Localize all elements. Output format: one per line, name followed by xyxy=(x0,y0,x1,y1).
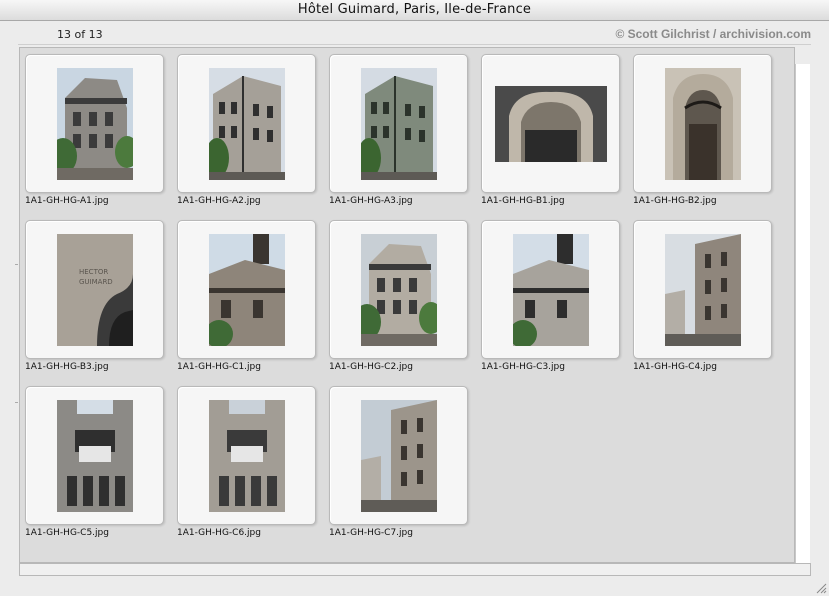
thumbnail-image[interactable] xyxy=(665,234,741,346)
svg-text:HECTOR: HECTOR xyxy=(79,268,108,276)
thumbnail-image[interactable] xyxy=(665,68,741,180)
thumbnail-image[interactable]: HECTOR GUIMARD xyxy=(57,234,133,346)
thumbnail-item[interactable]: 1A1-GH-HG-A1.jpg xyxy=(25,54,165,214)
thumbnail-item[interactable]: 1A1-GH-HG-C6.jpg xyxy=(177,386,317,546)
thumbnail-item[interactable]: 1A1-GH-HG-C3.jpg xyxy=(481,220,621,380)
horizontal-scrollbar[interactable] xyxy=(19,563,811,576)
thumbnail-image[interactable] xyxy=(57,68,133,180)
thumbnail-item[interactable]: 1A1-GH-HG-B1.jpg xyxy=(481,54,621,214)
thumbnail-image[interactable] xyxy=(57,400,133,512)
thumbnail-filename: 1A1-GH-HG-B2.jpg xyxy=(633,196,717,206)
copyright-credit: © Scott Gilchrist / archivision.com xyxy=(615,27,811,41)
thumbnail-filename: 1A1-GH-HG-C3.jpg xyxy=(481,362,565,372)
thumbnail-image[interactable] xyxy=(209,234,285,346)
thumbnail-image[interactable] xyxy=(361,400,437,512)
thumbnail-filename: 1A1-GH-HG-C7.jpg xyxy=(329,528,413,538)
thumbnail-filename: 1A1-GH-HG-A1.jpg xyxy=(25,196,109,206)
thumbnail-image[interactable] xyxy=(209,400,285,512)
edge-marker xyxy=(15,264,18,265)
thumbnail-item[interactable]: HECTOR GUIMARD 1A1-GH-HG-B3.jpg xyxy=(25,220,165,380)
thumbnail-item[interactable]: 1A1-GH-HG-B2.jpg xyxy=(633,54,773,214)
thumbnail-filename: 1A1-GH-HG-B3.jpg xyxy=(25,362,109,372)
vertical-scrollbar[interactable] xyxy=(795,64,810,563)
thumbnail-filename: 1A1-GH-HG-C2.jpg xyxy=(329,362,413,372)
thumbnail-image[interactable] xyxy=(209,68,285,180)
thumbnail-filename: 1A1-GH-HG-A2.jpg xyxy=(177,196,261,206)
thumbnail-filename: 1A1-GH-HG-B1.jpg xyxy=(481,196,565,206)
thumbnail-item[interactable]: 1A1-GH-HG-C1.jpg xyxy=(177,220,317,380)
thumbnail-image[interactable] xyxy=(361,234,437,346)
thumbnail-filename: 1A1-GH-HG-C6.jpg xyxy=(177,528,261,538)
edge-marker xyxy=(15,402,18,403)
thumbnail-image[interactable] xyxy=(495,86,607,162)
window-title: Hôtel Guimard, Paris, Ile-de-France xyxy=(297,2,532,17)
thumbnail-item[interactable]: 1A1-GH-HG-A3.jpg xyxy=(329,54,469,214)
resize-grip-icon[interactable] xyxy=(815,582,827,594)
svg-text:GUIMARD: GUIMARD xyxy=(79,278,113,286)
thumbnail-item[interactable]: 1A1-GH-HG-C7.jpg xyxy=(329,386,469,546)
thumbnail-item[interactable]: 1A1-GH-HG-C4.jpg xyxy=(633,220,773,380)
image-counter: 13 of 13 xyxy=(57,28,103,41)
thumbnail-filename: 1A1-GH-HG-C4.jpg xyxy=(633,362,717,372)
thumbnail-filename: 1A1-GH-HG-C1.jpg xyxy=(177,362,261,372)
window-title-bar[interactable]: Hôtel Guimard, Paris, Ile-de-France xyxy=(0,0,829,21)
thumbnail-image[interactable] xyxy=(513,234,589,346)
thumbnail-item[interactable]: 1A1-GH-HG-A2.jpg xyxy=(177,54,317,214)
thumbnail-item[interactable]: 1A1-GH-HG-C2.jpg xyxy=(329,220,469,380)
header-divider xyxy=(18,44,811,45)
thumbnail-filename: 1A1-GH-HG-A3.jpg xyxy=(329,196,413,206)
thumbnail-filename: 1A1-GH-HG-C5.jpg xyxy=(25,528,109,538)
thumbnail-image[interactable] xyxy=(361,68,437,180)
thumbnail-item[interactable]: 1A1-GH-HG-C5.jpg xyxy=(25,386,165,546)
